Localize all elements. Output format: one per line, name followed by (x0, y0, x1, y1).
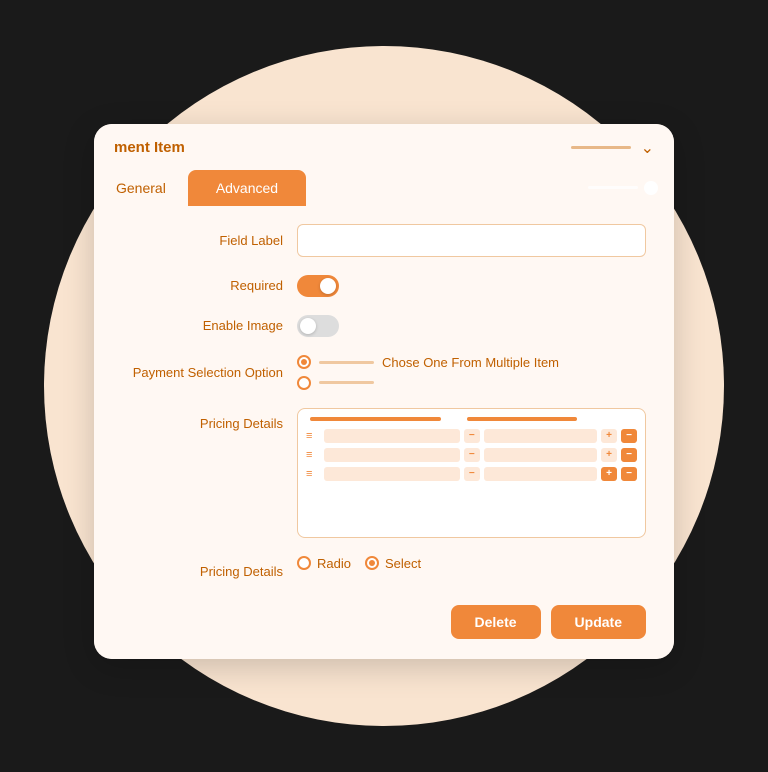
drag-icon-3: ≡ (306, 468, 320, 480)
button-row: Delete Update (122, 605, 646, 639)
radio-circle-select (365, 556, 379, 570)
pricing-field-2[interactable] (324, 448, 460, 462)
toggle-thumb-on (320, 278, 336, 294)
panel-content: Field Label Required Enable Image Paymen… (94, 206, 674, 659)
pricing-col-1-header (310, 417, 441, 421)
enable-image-row: Enable Image (122, 315, 646, 337)
pricing-header-row (306, 417, 637, 421)
tab-line (588, 186, 638, 189)
pricing-col-2-header (467, 417, 577, 421)
radio-label: Radio (317, 556, 351, 571)
pricing-amount-1[interactable] (484, 429, 597, 443)
required-row: Required (122, 275, 646, 297)
delete-btn-2[interactable]: − (621, 448, 637, 462)
radio-opt-select[interactable]: Select (365, 556, 421, 571)
pricing-data-row-2: ≡ − + − (306, 448, 637, 462)
toggle-dot-icon (644, 181, 658, 195)
plus-btn-3[interactable]: + (601, 467, 617, 481)
radio-circle-1 (297, 355, 311, 369)
field-label-input[interactable] (297, 224, 646, 257)
minus-btn-3[interactable]: − (464, 467, 480, 481)
radio-opt-radio[interactable]: Radio (297, 556, 351, 571)
panel-header: ment Item ⌄ (94, 124, 674, 158)
plus-btn-1[interactable]: + (601, 429, 617, 443)
minus-btn-2[interactable]: − (464, 448, 480, 462)
panel-title: ment Item (114, 139, 185, 156)
pricing-details-label: Pricing Details (122, 408, 297, 431)
payment-selection-label: Payment Selection Option (122, 365, 297, 380)
radio-line-1 (319, 361, 374, 364)
pricing-field-3[interactable] (324, 467, 460, 481)
plus-btn-2[interactable]: + (601, 448, 617, 462)
radio-option-1[interactable]: Chose One From Multiple Item (297, 355, 559, 370)
pricing-bottom-label: Pricing Details (122, 564, 297, 579)
radio-label-1: Chose One From Multiple Item (382, 355, 559, 370)
enable-image-label: Enable Image (122, 318, 297, 333)
drag-icon-2: ≡ (306, 449, 320, 461)
delete-btn-3[interactable]: − (621, 467, 637, 481)
toggle-thumb-off (300, 318, 316, 334)
bottom-radio-group: Radio Select (297, 556, 421, 571)
pricing-table: ≡ − + − ≡ − + − ≡ (297, 408, 646, 538)
field-label-row: Field Label (122, 224, 646, 257)
payment-radio-group: Chose One From Multiple Item (297, 355, 559, 390)
pricing-field-1[interactable] (324, 429, 460, 443)
radio-line-2 (319, 381, 374, 384)
pricing-bottom-row: Pricing Details Radio Select (122, 556, 646, 587)
panel: ment Item ⌄ General Advanced Field Label… (94, 124, 674, 659)
pricing-data-row-1: ≡ − + − (306, 429, 637, 443)
required-label: Required (122, 278, 297, 293)
delete-btn-1[interactable]: − (621, 429, 637, 443)
chevron-down-icon[interactable]: ⌄ (641, 138, 654, 158)
minus-btn-1[interactable]: − (464, 429, 480, 443)
required-toggle[interactable] (297, 275, 339, 297)
payment-selection-row: Payment Selection Option Chose One From … (122, 355, 646, 390)
header-right: ⌄ (571, 138, 654, 158)
drag-icon-1: ≡ (306, 430, 320, 442)
pricing-details-row: Pricing Details ≡ − + − (122, 408, 646, 538)
tab-toggle-area (588, 181, 658, 195)
pricing-data-row-3: ≡ − + − (306, 467, 637, 481)
delete-button[interactable]: Delete (451, 605, 541, 639)
tab-general[interactable]: General (94, 170, 188, 206)
pricing-amount-3[interactable] (484, 467, 597, 481)
tab-advanced[interactable]: Advanced (188, 170, 306, 206)
radio-option-2[interactable] (297, 376, 559, 390)
field-label-label: Field Label (122, 233, 297, 248)
radio-circle-2 (297, 376, 311, 390)
header-line (571, 146, 631, 149)
enable-image-toggle[interactable] (297, 315, 339, 337)
tabs-bar: General Advanced (94, 170, 674, 206)
update-button[interactable]: Update (551, 605, 646, 639)
select-label: Select (385, 556, 421, 571)
pricing-amount-2[interactable] (484, 448, 597, 462)
radio-circle-radio (297, 556, 311, 570)
